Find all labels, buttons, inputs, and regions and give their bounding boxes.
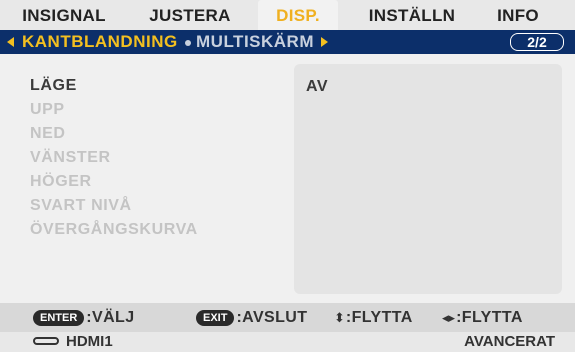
enter-key-icon: ENTER: [33, 309, 85, 326]
menu-item-vanster: VÄNSTER: [30, 149, 111, 166]
updown-arrows-icon: ⬍: [334, 309, 345, 325]
menu-item-svart-niva: SVART NIVÅ: [30, 197, 132, 214]
hint-enter: ENTER :VÄLJ: [33, 303, 135, 332]
exit-key-icon: EXIT: [196, 309, 235, 326]
input-source: HDMI1: [66, 333, 113, 350]
arrow-left-icon[interactable]: [7, 37, 14, 47]
menu-item-ned: NED: [30, 125, 66, 142]
hint-exit: EXIT :AVSLUT: [196, 303, 307, 332]
hint-enter-text: :VÄLJ: [86, 308, 135, 326]
hint-leftright: ◂▸ :FLYTTA: [442, 303, 523, 332]
menu-mode: AVANCERAT: [464, 333, 555, 350]
menu-item-upp: UPP: [30, 101, 65, 118]
hdmi-input-icon: [33, 337, 59, 345]
tab-installn[interactable]: INSTÄLLN: [360, 0, 464, 30]
menu-item-hoger: HÖGER: [30, 173, 92, 190]
status-bar: HDMI1 AVANCERAT: [0, 332, 575, 352]
tab-justera[interactable]: JUSTERA: [135, 0, 245, 30]
arrow-right-icon[interactable]: [321, 37, 328, 47]
hint-leftright-text: :FLYTTA: [456, 308, 523, 326]
tab-info[interactable]: INFO: [483, 0, 553, 30]
separator-dot-icon: [185, 40, 191, 46]
leftright-arrows-icon: ◂▸: [442, 309, 456, 325]
tab-disp[interactable]: DISP.: [258, 0, 338, 30]
menu-panel: LÄGE UPP NED VÄNSTER HÖGER SVART NIVÅ ÖV…: [0, 54, 575, 303]
hint-updown-text: :FLYTTA: [345, 308, 413, 326]
menu-list: LÄGE UPP NED VÄNSTER HÖGER SVART NIVÅ ÖV…: [30, 74, 198, 242]
tab-insignal[interactable]: INSIGNAL: [8, 0, 120, 30]
menu-item-lage[interactable]: LÄGE: [30, 74, 198, 98]
menu-item-overgangskurva: ÖVERGÅNGSKURVA: [30, 221, 198, 238]
lage-value[interactable]: AV: [306, 78, 328, 96]
page-indicator: 2/2: [510, 33, 564, 51]
value-panel: AV: [294, 64, 562, 294]
hint-exit-text: :AVSLUT: [236, 308, 308, 326]
hint-updown: ⬍ :FLYTTA: [334, 303, 413, 332]
tab-bar: INSIGNAL JUSTERA DISP. INSTÄLLN INFO: [0, 0, 575, 30]
submenu-kantblandning[interactable]: KANTBLANDNING: [22, 32, 178, 52]
key-hint-bar: ENTER :VÄLJ EXIT :AVSLUT ⬍ :FLYTTA ◂▸ :F…: [0, 303, 575, 332]
submenu-bar: KANTBLANDNING MULTISKÄRM 2/2: [0, 30, 575, 54]
submenu-multiskarm[interactable]: MULTISKÄRM: [196, 32, 314, 52]
